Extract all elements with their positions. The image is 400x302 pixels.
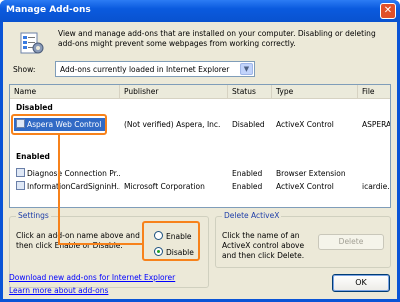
settings-instructions: Click an add-on name above and then clic… [16,231,140,250]
group-label: Enabled [16,152,50,161]
row-file: ASPERA~1.D [362,120,391,129]
show-label: Show: [13,65,36,74]
learn-more-link[interactable]: Learn more about add-ons [9,286,108,295]
close-button[interactable]: ✕ [380,3,396,19]
download-addons-link[interactable]: Download new add-ons for Internet Explor… [9,273,175,282]
show-dropdown-value: Add-ons currently loaded in Internet Exp… [60,65,230,74]
delete-activex-group: Delete ActiveX Click the name of an Acti… [215,211,391,268]
column-header-status[interactable]: Status [228,85,272,99]
callout-line [58,135,60,244]
callout-line [58,243,142,245]
table-row[interactable]: Diagnose Connection Pr... Enabled Browse… [10,167,390,180]
row-type: ActiveX Control [276,182,334,191]
row-type: Browser Extension [276,169,346,178]
row-status: Enabled [232,182,263,191]
column-header-name[interactable]: Name [10,85,120,99]
column-header-type[interactable]: Type [272,85,358,99]
row-name[interactable]: InformationCardSigninH... [16,180,120,193]
extension-icon [16,168,25,177]
chevron-down-icon[interactable]: ▼ [240,63,253,75]
delete-activex-title: Delete ActiveX [222,211,282,220]
close-icon: ✕ [383,5,393,16]
addons-list[interactable]: Name Publisher Status Type File Disabled… [9,84,391,208]
row-publisher: (Not verified) Aspera, Inc. [124,120,221,129]
row-publisher [124,167,228,180]
list-header: Name Publisher Status Type File [10,85,390,99]
table-row[interactable]: InformationCardSigninH... Microsoft Corp… [10,180,390,193]
settings-title: Settings [16,211,51,220]
row-publisher: Microsoft Corporation [124,182,205,191]
intro-text: View and manage add-ons that are install… [58,29,376,48]
activex-icon [16,181,25,190]
row-name[interactable]: Diagnose Connection Pr... [16,167,120,180]
title-bar[interactable]: Manage Add-ons ✕ [0,0,400,22]
row-file [362,167,390,180]
delete-instructions: Click the name of an ActiveX control abo… [222,231,305,260]
row-status: Disabled [232,120,265,129]
row-file: icardie.dl [362,182,390,191]
ok-button[interactable]: OK [332,274,390,292]
addons-manager-icon [20,32,44,54]
column-header-file[interactable]: File [358,85,390,99]
group-label: Disabled [16,103,53,112]
delete-button[interactable]: Delete [318,234,384,250]
window-title: Manage Add-ons [6,5,91,15]
column-header-publisher[interactable]: Publisher [120,85,228,99]
manage-addons-window: Manage Add-ons ✕ View and manage add-ons… [0,0,400,302]
row-name-text: InformationCardSigninH... [27,182,120,191]
highlight-enable-disable [142,221,200,261]
dialog-body: View and manage add-ons that are install… [3,22,397,299]
row-name-text: Diagnose Connection Pr... [27,169,120,178]
row-type: ActiveX Control [276,120,334,129]
group-header-enabled: Enabled [10,149,390,165]
show-dropdown[interactable]: Add-ons currently loaded in Internet Exp… [55,61,255,77]
row-status: Enabled [232,169,263,178]
highlight-selected-addon [11,114,107,135]
